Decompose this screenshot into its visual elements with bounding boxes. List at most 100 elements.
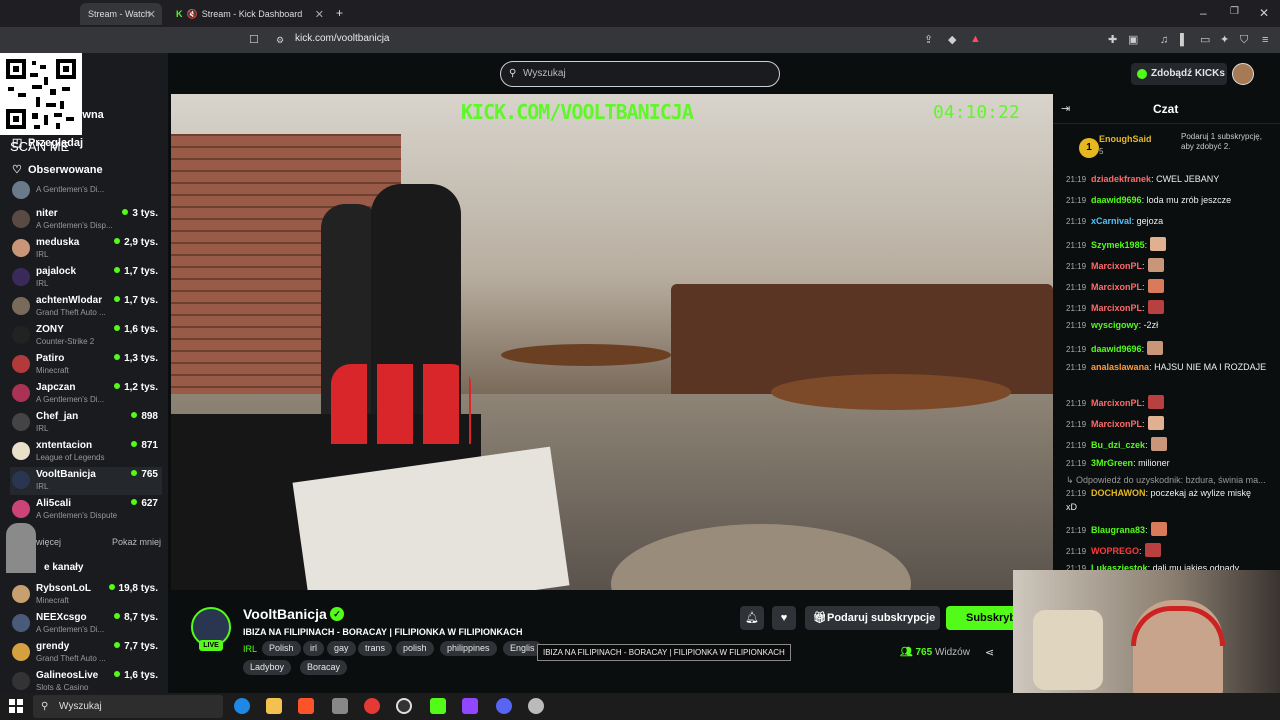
gifter-name[interactable]: EnoughSaid <box>1099 134 1152 144</box>
video-player[interactable]: KICK.COM/VOOLTBANICJA 04:10:22 <box>171 94 1053 590</box>
screenshot-icon[interactable]: ▣ <box>1128 33 1138 47</box>
kick-icon[interactable] <box>430 698 446 714</box>
chat-username[interactable]: wyscigowy <box>1091 320 1139 330</box>
menu-icon[interactable]: ≡ <box>1262 33 1268 47</box>
stream-tag[interactable]: polish <box>396 641 434 656</box>
stream-tag[interactable]: Polish <box>262 641 301 656</box>
sidebar-channel[interactable]: A Gentlemen's Di... <box>10 181 162 199</box>
chat-username[interactable]: Szymek1985 <box>1091 240 1145 250</box>
chat-username[interactable]: DOCHAWON <box>1091 488 1146 498</box>
app-icon[interactable] <box>528 698 544 714</box>
vpn-icon[interactable]: ⛉ <box>1240 33 1248 47</box>
chat-username[interactable]: dziadekfranek <box>1091 174 1151 184</box>
music-icon[interactable]: ♫ <box>1160 33 1168 47</box>
sidebar-channel[interactable]: Chef_jan IRL 898 <box>10 409 162 437</box>
channel-name: Ali5cali <box>36 498 72 509</box>
sidebar-channel[interactable]: NEEXcsgo A Gentlemen's Di... 8,7 tys. <box>10 610 162 638</box>
collapse-chat-icon[interactable]: ⇥ <box>1061 102 1070 115</box>
sidebar-channel[interactable]: Ali5cali A Gentlemen's Dispute 627 <box>10 496 162 524</box>
stream-tag[interactable]: Englis <box>503 641 542 656</box>
file-explorer-icon[interactable] <box>266 698 282 714</box>
chat-username[interactable]: daawid9696 <box>1091 344 1142 354</box>
notification-bell-button[interactable]: 🔔︎ <box>740 606 764 630</box>
chat-username[interactable]: 3MrGreen <box>1091 458 1133 468</box>
restore-button[interactable]: ❐ <box>1230 6 1239 17</box>
sidebar-channel[interactable]: Patiro Minecraft 1,3 tys. <box>10 351 162 379</box>
close-icon[interactable]: ✕ <box>315 8 324 21</box>
show-less-link[interactable]: Pokaż mniej <box>112 537 161 547</box>
sidebar-channel[interactable]: GalineosLive Slots & Casino 1,6 tys. <box>10 668 162 696</box>
brave-icon[interactable] <box>298 698 314 714</box>
sidebar-channel[interactable]: Japczan A Gentlemen's Di... 1,2 tys. <box>10 380 162 408</box>
chat-message: 21:19 MarcixonPL: <box>1066 258 1278 272</box>
tab-label: Stream - Watch <box>88 9 151 19</box>
sidebar-channel-active[interactable]: VooltBanicja IRL 765 <box>10 467 162 495</box>
windows-start-icon[interactable] <box>9 699 23 713</box>
app-icon[interactable] <box>462 698 478 714</box>
stream-tag[interactable]: gay <box>327 641 356 656</box>
url-field[interactable]: kick.com/vooltbanicja <box>295 33 389 44</box>
search-input[interactable]: ⚲ Wyszukaj <box>500 61 780 87</box>
get-kicks-button[interactable]: Zdobądź KICKs <box>1131 63 1227 85</box>
brave-shield-icon[interactable]: ◆ <box>948 33 956 47</box>
sidebar-channel[interactable]: meduska IRL 2,9 tys. <box>10 235 162 263</box>
site-info-icon[interactable]: ⚙ <box>276 33 284 47</box>
video-watermark: KICK.COM/VOOLTBANICJA <box>461 100 694 124</box>
subscribe-button[interactable]: Subskrybuj <box>946 606 1016 630</box>
sidebar-channel[interactable]: achtenWlodar Grand Theft Auto ... 1,7 ty… <box>10 293 162 321</box>
chat-username[interactable]: xCarnival <box>1091 216 1132 226</box>
chat-username[interactable]: analaslawana <box>1091 362 1149 372</box>
leo-icon[interactable]: ✦ <box>1220 33 1229 47</box>
show-more-link[interactable]: więcej <box>36 537 61 547</box>
stream-tag[interactable]: irl <box>303 641 324 656</box>
sidebar-channel[interactable]: pajalock IRL 1,7 tys. <box>10 264 162 292</box>
gift-subs-button[interactable]: 🎁︎ Podaruj subskrypcje <box>805 606 940 630</box>
close-window-button[interactable]: ✕ <box>1259 6 1269 20</box>
chat-username[interactable]: MarcixonPL <box>1091 419 1142 429</box>
stream-tag[interactable]: Ladyboy <box>243 660 292 675</box>
tab-kick-dashboard[interactable]: K 🔇 Stream - Kick Dashboard ✕ <box>168 3 330 25</box>
chat-username[interactable]: Blaugrana83 <box>1091 525 1145 535</box>
stream-tag[interactable]: philippines <box>440 641 497 656</box>
edge-icon[interactable] <box>234 698 250 714</box>
stream-category[interactable]: IRL <box>243 644 257 654</box>
chat-username[interactable]: Lukaszjestok <box>1091 563 1148 570</box>
nav-following[interactable]: ♡ Obserwowane <box>12 163 103 176</box>
user-avatar[interactable] <box>1232 63 1254 85</box>
streamer-name[interactable]: VooltBanicja <box>243 606 327 622</box>
bookmark-icon[interactable]: ☐ <box>249 33 259 47</box>
taskbar-search[interactable]: ⚲ Wyszukaj <box>33 695 223 718</box>
chat-username[interactable]: MarcixonPL <box>1091 303 1142 313</box>
chat-message: 21:19 MarcixonPL: <box>1066 300 1278 314</box>
chat-username[interactable]: MarcixonPL <box>1091 261 1142 271</box>
app-icon[interactable] <box>332 698 348 714</box>
sidebar-channel[interactable]: xntentacion League of Legends 871 <box>10 438 162 466</box>
chat-username[interactable]: WOPREGO <box>1091 546 1139 556</box>
sidebar-channel[interactable]: RybsonLoL Minecraft 19,8 tys. <box>10 581 162 609</box>
share-icon[interactable]: ⋖ <box>985 646 994 659</box>
chrome-icon[interactable] <box>364 698 380 714</box>
share-icon[interactable]: ⇪ <box>924 33 933 47</box>
sidebar-channel[interactable]: niter A Gentlemen's Disp... 3 tys. <box>10 206 162 234</box>
brave-rewards-icon[interactable]: ▲ <box>970 32 981 46</box>
chat-username[interactable]: daawid9696 <box>1091 195 1142 205</box>
follow-heart-button[interactable]: ♥ <box>772 606 796 630</box>
stream-tag[interactable]: trans <box>358 641 393 656</box>
close-icon[interactable]: ✕ <box>147 8 156 21</box>
channel-category: Slots & Casino <box>36 683 89 692</box>
tab-stream-watch[interactable]: Stream - Watch ✕ <box>80 3 162 25</box>
extensions-icon[interactable]: ✚ <box>1108 33 1117 47</box>
sidebar-toggle-icon[interactable]: ▌ <box>1180 33 1188 47</box>
new-tab-button[interactable]: + <box>336 6 343 20</box>
obs-icon[interactable] <box>396 698 412 714</box>
minimize-button[interactable]: – <box>1200 6 1207 20</box>
sidebar-channel[interactable]: grendy Grand Theft Auto ... 7,7 tys. <box>10 639 162 667</box>
stream-tag[interactable]: Boracay <box>300 660 348 675</box>
discord-icon[interactable] <box>496 698 512 714</box>
chat-username[interactable]: Bu_dzi_czek <box>1091 440 1145 450</box>
sidebar-channel[interactable]: ZONY Counter-Strike 2 1,6 tys. <box>10 322 162 350</box>
chat-username[interactable]: MarcixonPL <box>1091 398 1142 408</box>
chat-text: : loda mu zrób jeszcze <box>1141 195 1232 205</box>
wallet-icon[interactable]: ▭ <box>1200 33 1210 47</box>
chat-username[interactable]: MarcixonPL <box>1091 282 1142 292</box>
